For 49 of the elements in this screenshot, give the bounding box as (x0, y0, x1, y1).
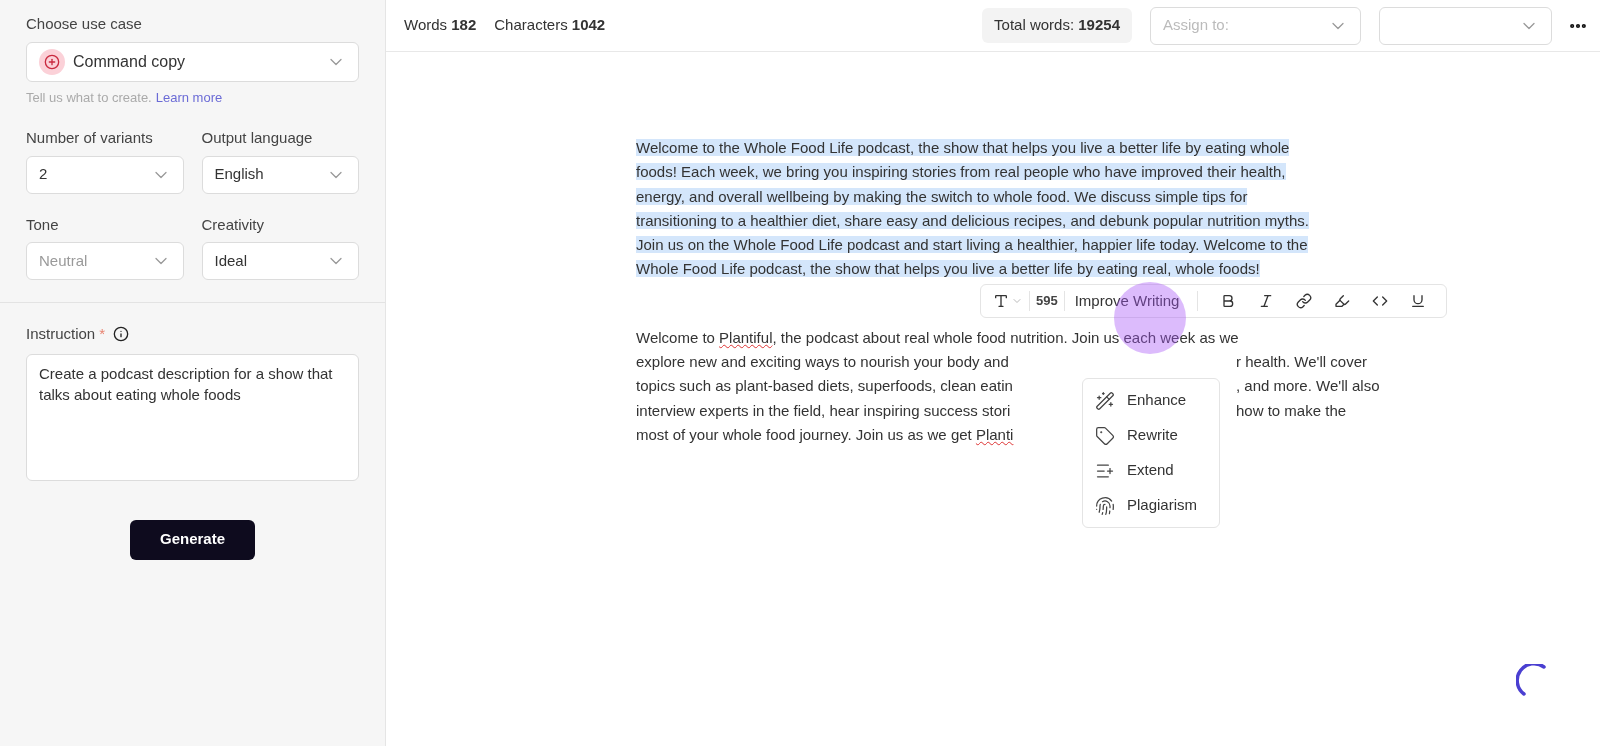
character-count: Characters 1042 (494, 15, 606, 36)
field-label: Output language (201, 128, 314, 148)
paragraph-line: how to make the (1236, 400, 1347, 421)
tag-icon (1095, 425, 1115, 446)
word-count: Words 182 (404, 15, 477, 36)
menu-item[interactable]: Rewrite (1083, 418, 1219, 453)
highlighter-icon[interactable] (1334, 293, 1351, 309)
menu-item[interactable]: Extend (1083, 453, 1219, 488)
select-placeholder: Neutral (39, 250, 88, 271)
text-icon (993, 293, 1009, 309)
instruction-field[interactable]: Create a podcast description for a show that talks about eating whole foods (26, 353, 359, 481)
toolbar-count: 595 (1029, 291, 1065, 311)
select-value: Ideal (214, 250, 248, 271)
field-label: Creativity (201, 214, 265, 235)
field-label: Number of variants (26, 128, 154, 148)
dropdown-select[interactable]: Ideal (201, 242, 359, 280)
paragraph-line: most of your whole food journey. Join us as we get Planti (636, 424, 1014, 445)
info-icon (113, 326, 130, 343)
dropdown-select[interactable]: English (201, 155, 359, 194)
menu-item[interactable]: Enhance (1083, 383, 1219, 418)
field-label: Choose use case (26, 14, 143, 34)
learn-more-link[interactable]: Learn more (155, 87, 223, 107)
paragraph-line: , and more. We'll also (1236, 376, 1380, 397)
underline-icon[interactable] (1410, 293, 1427, 309)
dropdown-select[interactable]: 2 (26, 155, 184, 194)
total-words-badge: Total words: 19254 (982, 8, 1132, 43)
text-style-button[interactable] (993, 293, 1023, 309)
code-icon[interactable] (1372, 293, 1389, 309)
paragraph-line: topics such as plant-based diets, superfoods, clean eatin (636, 376, 1014, 397)
fingerprint-icon (1095, 495, 1115, 516)
hint-text: Tell us what to create. (26, 88, 152, 107)
improve-writing-button[interactable]: Improve Writing (1070, 289, 1184, 313)
required-mark: * (99, 324, 106, 344)
select-value: Command copy (73, 51, 186, 72)
menu-item[interactable]: Plagiarism (1083, 488, 1219, 523)
field-label: Tone (26, 214, 60, 235)
link-icon[interactable] (1296, 293, 1313, 309)
field-label: Instruction (26, 324, 96, 344)
paragraph-line: Welcome to Plantiful, the podcast about real whole food nutrition. Join us each week as we (636, 327, 1239, 348)
paragraph-line: interview experts in the field, hear inspiring success stori (636, 400, 1012, 421)
select-value: English (214, 164, 264, 185)
magic-wand-icon (1095, 390, 1115, 411)
use-case-select[interactable]: Command copy (26, 41, 359, 82)
paragraph-line: explore new and exciting ways to nourish your body and (636, 351, 1010, 372)
selected-paragraph: Welcome to the Whole Food Life podcast, the show that helps you live a better life by eating whole foods! Each week, we bring you inspiring stories from real people who have improved their health, energy, and overall wellbeing by making the switch to whole food. We discuss simple tips for transitioning to a healthier diet, share easy and delicious recipes, and debunk popular nutrition myths. Join us on the Whole Food Life podcast and start living a healthier, happier life today. Welcome to the Whole Food Life podcast, the show that helps you live a better life by eating real, whole foods! (636, 138, 1310, 280)
generate-button[interactable]: Generate (130, 519, 255, 560)
select-value: 2 (39, 164, 48, 185)
select-placeholder: Assign to: (1163, 15, 1229, 36)
paragraph-line: r health. We'll cover (1236, 351, 1367, 372)
